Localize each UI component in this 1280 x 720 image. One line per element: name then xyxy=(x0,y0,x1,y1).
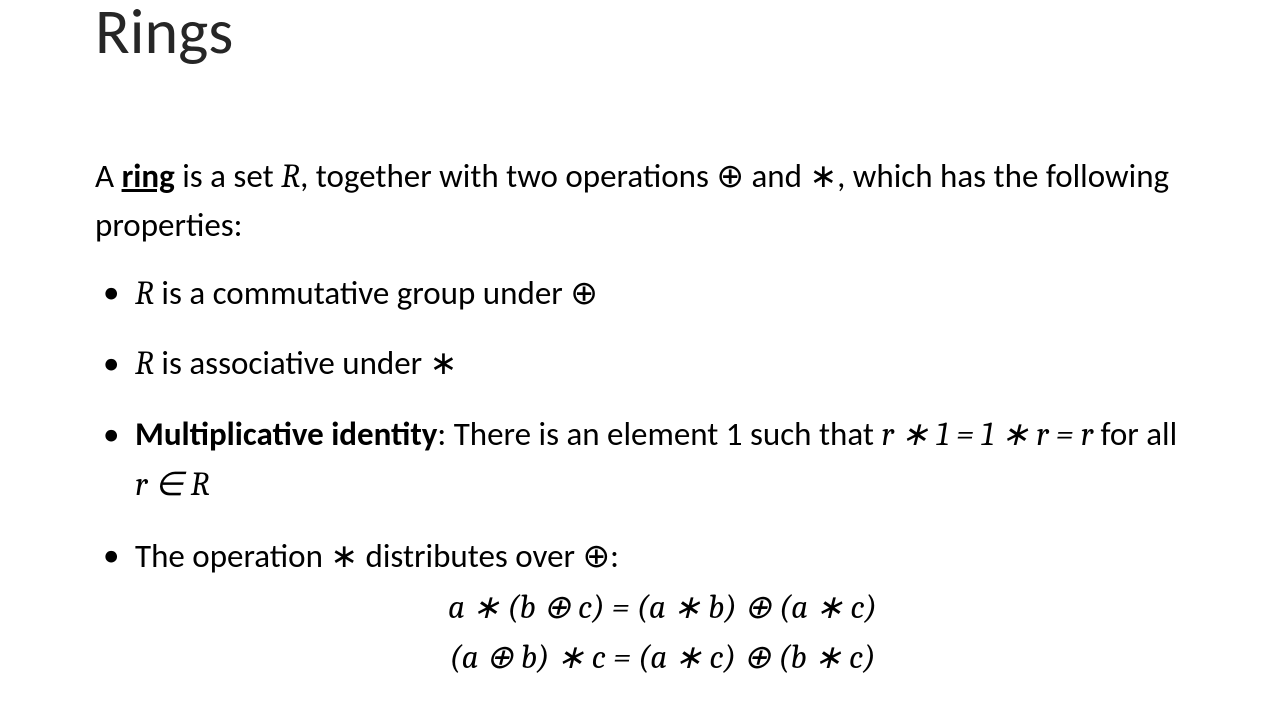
b3-forall: for all xyxy=(1093,414,1177,454)
b3-head: Multiplicative identity xyxy=(135,414,437,454)
def-set-R: R xyxy=(281,158,300,196)
def-mid3: and xyxy=(744,156,809,196)
b4-mid: distributes over xyxy=(358,536,582,576)
slide: Rings A ring is a set R, together with t… xyxy=(0,0,1280,720)
ast-icon: ∗ xyxy=(430,345,458,383)
b3-colon: : There is an element 1 such that xyxy=(437,414,881,454)
def-mid1: is a set xyxy=(175,156,281,196)
ast-icon: ∗ xyxy=(330,538,358,576)
def-mid2: , together with two operations xyxy=(300,156,716,196)
def-term: ring xyxy=(122,156,175,196)
list-item: R is a commutative group under ⊕ xyxy=(95,268,1190,320)
slide-title: Rings xyxy=(95,0,1190,64)
eq-line-2: (a ⊕ b) ∗ c = (a ∗ c) ⊕ (b ∗ c) xyxy=(135,634,1190,684)
b1-R: R xyxy=(135,275,154,313)
oplus-icon: ⊕ xyxy=(582,537,610,574)
oplus-icon: ⊕ xyxy=(570,274,598,311)
list-item: The operation ∗ distributes over ⊕: a ∗ … xyxy=(95,531,1190,684)
oplus-icon: ⊕ xyxy=(716,157,744,194)
properties-list: R is a commutative group under ⊕ R is as… xyxy=(95,268,1190,684)
b2-text: is associative under xyxy=(154,343,430,383)
list-item: R is associative under ∗ xyxy=(95,339,1190,390)
slide-body: A ring is a set R, together with two ope… xyxy=(95,152,1190,683)
def-pre: A xyxy=(95,156,122,196)
eq-line-1: a ∗ (b ⊕ c) = (a ∗ b) ⊕ (a ∗ c) xyxy=(135,584,1190,634)
b1-text: is a commutative group under xyxy=(154,273,570,313)
b3-eq: r ∗ 1 = 1 ∗ r = r xyxy=(881,416,1093,454)
b3-rinR: r ∈ R xyxy=(135,466,210,504)
b4-colon: : xyxy=(610,536,619,576)
b4-pre: The operation xyxy=(135,536,330,576)
list-item: Multiplicative identity: There is an ele… xyxy=(95,410,1190,511)
distributive-equations: a ∗ (b ⊕ c) = (a ∗ b) ⊕ (a ∗ c) (a ⊕ b) … xyxy=(135,584,1190,683)
ast-icon: ∗ xyxy=(809,158,837,196)
definition-paragraph: A ring is a set R, together with two ope… xyxy=(95,152,1190,250)
b2-R: R xyxy=(135,345,154,383)
